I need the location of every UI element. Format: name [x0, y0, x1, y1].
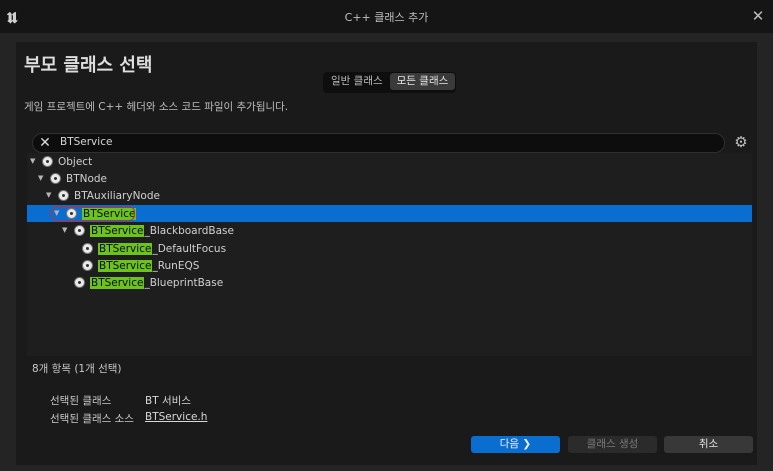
tree-row-btservice-blackboardbase[interactable]: ▼ BTService_BlackboardBase: [27, 222, 752, 239]
item-count: 8개 항목 (1개 선택): [32, 363, 122, 375]
search-match-highlight: BTService: [90, 225, 145, 237]
expand-arrow-icon[interactable]: ▼: [62, 222, 72, 239]
expand-arrow-icon[interactable]: ▼: [38, 170, 48, 187]
selected-source-label: 선택된 클래스 소스: [50, 413, 134, 425]
selected-class-value: BT 서비스: [145, 395, 191, 407]
create-class-button[interactable]: 클래스 생성: [568, 436, 657, 453]
expand-arrow-icon[interactable]: ▼: [54, 205, 64, 222]
next-button[interactable]: 다음 ❯: [471, 436, 560, 453]
tree-row-btservice-defaultfocus[interactable]: BTService_DefaultFocus: [27, 240, 752, 257]
page-title: 부모 클래스 선택: [24, 55, 153, 76]
toggle-common-classes[interactable]: 일반 클래스: [324, 73, 390, 90]
search-match-highlight: BTService: [90, 277, 145, 289]
tree-row-btservice[interactable]: ▼ BTService: [27, 205, 752, 222]
class-icon: [74, 277, 85, 288]
class-tree: ▼ Object ▼ BTNode ▼ BTAuxiliaryNode ▼ BT…: [27, 153, 752, 356]
close-icon[interactable]: ✕: [749, 7, 767, 25]
class-icon: [74, 225, 85, 236]
search-match-highlight: BTService: [98, 243, 153, 255]
expand-arrow-icon[interactable]: ▼: [30, 153, 40, 170]
class-icon: [82, 260, 93, 271]
tree-row-btservice-runeqs[interactable]: BTService_RunEQS: [27, 257, 752, 274]
tree-row-label: BTNode: [66, 173, 108, 185]
window-title: C++ 클래스 추가: [344, 11, 429, 24]
search-match-highlight: BTService: [98, 260, 153, 272]
search-value[interactable]: BTService: [60, 136, 112, 148]
tree-row-btauxiliarynode[interactable]: ▼ BTAuxiliaryNode: [27, 187, 752, 204]
search-match-highlight: BTService: [82, 208, 137, 220]
tree-row-btnode[interactable]: ▼ BTNode: [27, 170, 752, 187]
tree-row-label: BTService_DefaultFocus: [98, 243, 227, 255]
class-icon: [42, 156, 53, 167]
tree-row-label: BTService_RunEQS: [98, 260, 200, 272]
title-bar: 𝖚 C++ 클래스 추가 ✕: [0, 0, 773, 33]
class-icon: [50, 173, 61, 184]
search-input[interactable]: ✕ BTService: [32, 133, 725, 153]
class-icon: [58, 190, 69, 201]
toggle-all-classes[interactable]: 모든 클래스: [389, 73, 456, 90]
clear-search-icon[interactable]: ✕: [37, 134, 53, 152]
cancel-button[interactable]: 취소: [664, 436, 753, 453]
gear-icon[interactable]: ⚙: [733, 133, 749, 151]
tree-row-label: BTService: [82, 206, 137, 222]
tree-row-label: BTAuxiliaryNode: [74, 190, 160, 202]
tree-row-btservice-blueprintbase[interactable]: BTService_BlueprintBase: [27, 274, 752, 291]
tree-row-label: BTService_BlueprintBase: [90, 277, 224, 289]
page-description: 게임 프로젝트에 C++ 헤더와 소스 코드 파일이 추가됩니다.: [24, 101, 289, 113]
selected-source-link[interactable]: BTService.h: [145, 411, 207, 423]
expand-arrow-icon[interactable]: ▼: [46, 187, 56, 204]
tree-row-object[interactable]: ▼ Object: [27, 153, 752, 170]
tree-row-label: Object: [58, 156, 93, 168]
tree-row-label: BTService_BlackboardBase: [90, 225, 234, 237]
selected-class-label: 선택된 클래스: [50, 395, 112, 407]
class-icon: [66, 208, 77, 219]
class-icon: [82, 243, 93, 254]
class-filter-toggle: 일반 클래스 모든 클래스: [323, 72, 457, 93]
